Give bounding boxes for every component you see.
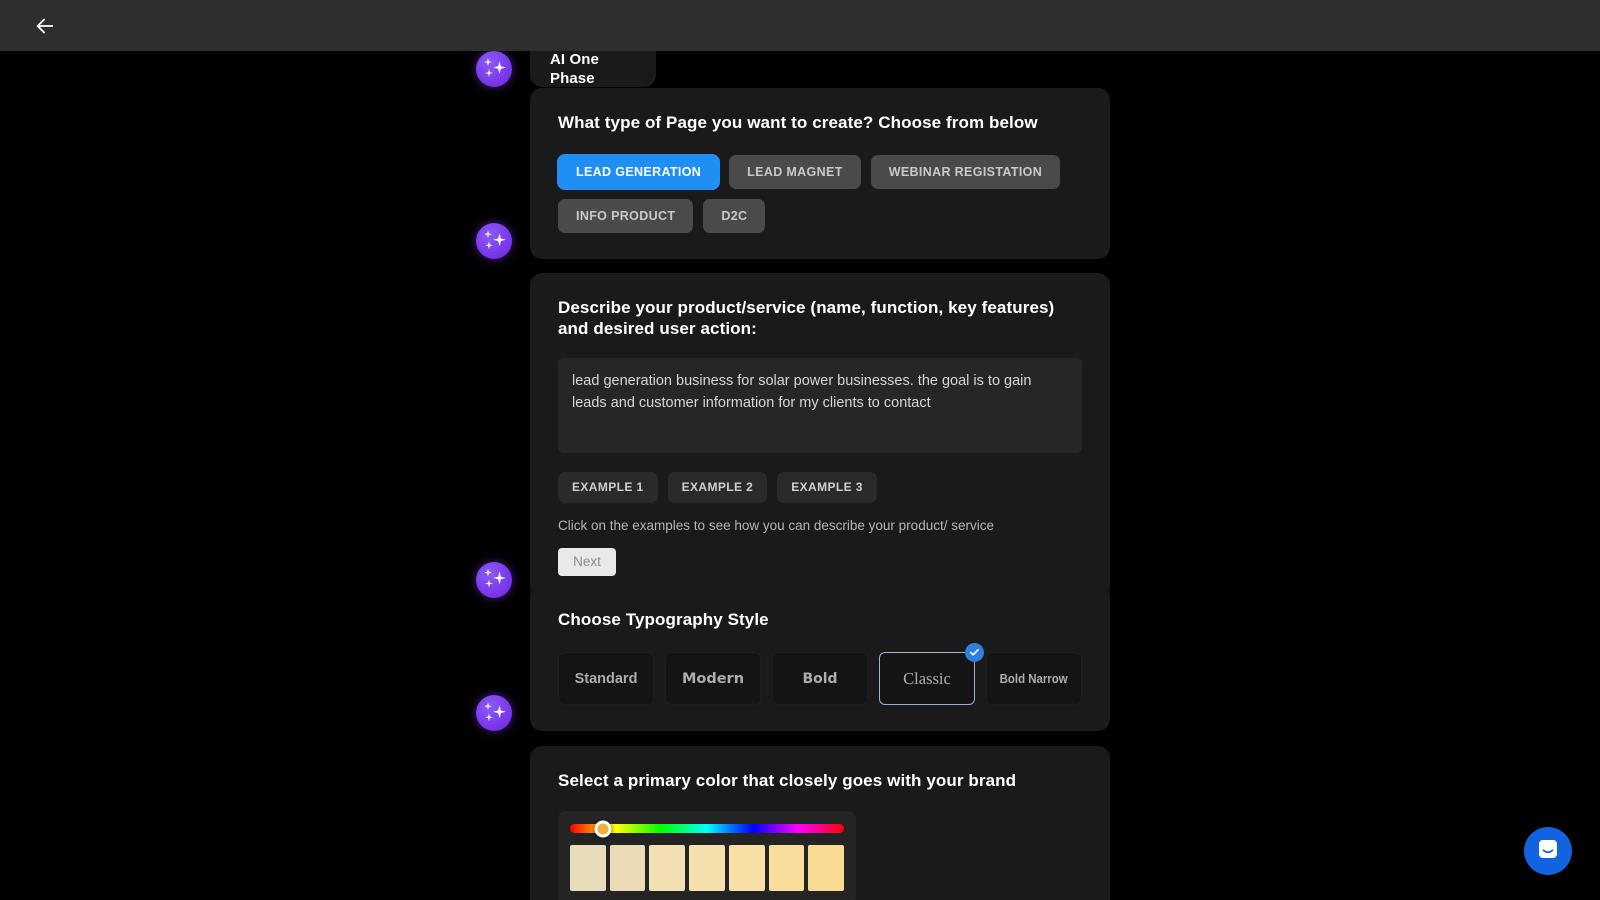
product-description-input[interactable] <box>558 357 1082 453</box>
message-row-typography: Choose Typography Style Standard Modern … <box>476 585 1110 732</box>
intercom-chat-icon <box>1536 837 1560 866</box>
hue-slider[interactable] <box>570 820 844 838</box>
color-picker-panel <box>558 811 856 900</box>
color-swatch-7[interactable] <box>808 845 845 892</box>
example-3-button[interactable]: EXAMPLE 3 <box>777 471 877 503</box>
describe-title: Describe your product/service (name, fun… <box>558 298 1055 339</box>
next-button[interactable]: Next <box>558 547 616 576</box>
ai-sparkle-avatar-icon <box>476 223 512 260</box>
typography-title: Choose Typography Style <box>558 610 769 629</box>
color-swatch-1[interactable] <box>570 845 606 892</box>
message-row-describe: Describe your product/service (name, fun… <box>476 273 1110 598</box>
example-buttons: EXAMPLE 1 EXAMPLE 2 EXAMPLE 3 <box>558 471 1082 503</box>
color-swatch-row <box>570 845 845 892</box>
ai-sparkle-avatar-icon <box>476 695 512 732</box>
color-swatch-3[interactable] <box>649 845 686 892</box>
message-row-page-type: What type of Page you want to create? Ch… <box>476 88 1110 260</box>
clipped-card-title: AI One Phase <box>550 51 599 87</box>
describe-card: Describe your product/service (name, fun… <box>530 273 1110 598</box>
typography-option-standard[interactable]: Standard <box>558 652 654 706</box>
page-type-card: What type of Page you want to create? Ch… <box>530 88 1110 260</box>
color-title: Select a primary color that closely goes… <box>558 771 1017 790</box>
arrow-left-icon <box>34 15 56 37</box>
color-swatch-5[interactable] <box>728 845 765 892</box>
typography-option-bold[interactable]: Bold <box>772 652 868 706</box>
page-type-option-webinar-registation[interactable]: WEBINAR REGISTATION <box>870 155 1061 190</box>
example-2-button[interactable]: EXAMPLE 2 <box>667 471 768 503</box>
page-type-title: What type of Page you want to create? Ch… <box>558 113 1038 132</box>
typography-option-bold-narrow[interactable]: Bold Narrow <box>986 652 1082 706</box>
examples-hint: Click on the examples to see how you can… <box>558 517 994 533</box>
check-icon <box>965 643 984 663</box>
clipped-card: AI One Phase <box>530 51 656 87</box>
typography-options: Standard Modern Bold Classic Bold Narrow <box>558 643 1082 706</box>
page-type-option-lead-magnet[interactable]: LEAD MAGNET <box>729 155 861 190</box>
color-card: Select a primary color that closely goes… <box>530 746 1110 900</box>
color-swatch-6[interactable] <box>768 845 805 892</box>
message-row-color: Select a primary color that closely goes… <box>476 746 1110 900</box>
typography-card: Choose Typography Style Standard Modern … <box>530 585 1110 732</box>
typography-option-classic[interactable]: Classic <box>879 643 984 706</box>
page-type-option-lead-generation[interactable]: LEAD GENERATION <box>558 155 720 190</box>
top-bar <box>0 0 1600 51</box>
color-swatch-2[interactable] <box>609 845 646 892</box>
back-button[interactable] <box>30 11 60 41</box>
message-row-clipped: AI One Phase <box>476 51 656 87</box>
page-type-option-info-product[interactable]: INFO PRODUCT <box>558 199 694 234</box>
page-type-options: LEAD GENERATION LEAD MAGNET WEBINAR REGI… <box>558 155 1082 234</box>
hue-slider-thumb[interactable] <box>594 820 612 838</box>
typography-option-modern[interactable]: Modern <box>665 652 761 706</box>
example-1-button[interactable]: EXAMPLE 1 <box>558 471 658 503</box>
color-swatch-4[interactable] <box>689 845 725 892</box>
chat-scroll-area[interactable]: AI One Phase What type of Page you want … <box>0 51 1600 900</box>
page-type-option-d2c[interactable]: D2C <box>703 199 766 234</box>
ai-sparkle-avatar-icon <box>476 51 512 87</box>
intercom-launcher-button[interactable] <box>1524 827 1572 875</box>
